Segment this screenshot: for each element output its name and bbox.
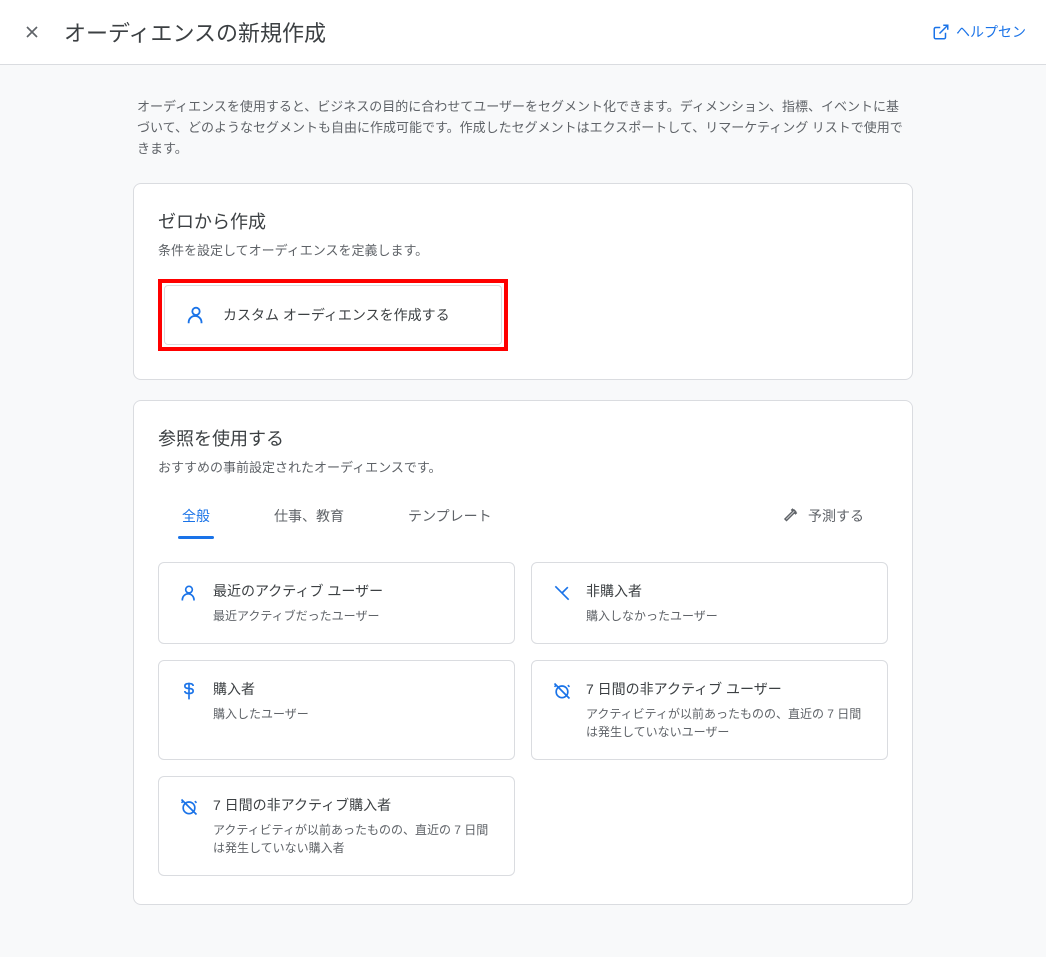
create-custom-audience-label: カスタム オーディエンスを作成する [223,305,450,325]
open-in-new-icon [932,23,950,41]
scratch-title: ゼロから作成 [158,208,888,234]
main-content: オーディエンスを使用すると、ビジネスの目的に合わせてユーザーをセグメント化できま… [133,65,913,957]
template-content: 7 日間の非アクティブ購入者 アクティビティが以前あったものの、直近の 7 日間… [213,795,494,857]
tab-template-label: テンプレート [408,506,492,526]
person-icon [179,581,199,625]
page-title: オーディエンスの新規作成 [64,16,326,48]
template-content: 非購入者 購入しなかったユーザー [586,581,867,625]
tab-predict-label: 予測する [808,506,864,526]
non-purchaser-icon [552,581,572,625]
header: オーディエンスの新規作成 ヘルプセン [0,0,1046,65]
template-title: 7 日間の非アクティブ購入者 [213,795,494,815]
template-desc: アクティビティが以前あったものの、直近の 7 日間は発生していないユーザー [586,705,867,741]
tab-general-label: 全般 [182,506,210,526]
tab-work-education-label: 仕事、教育 [274,506,344,526]
create-custom-audience-button[interactable]: カスタム オーディエンスを作成する [164,285,502,345]
person-icon [185,304,207,326]
template-desc: アクティビティが以前あったものの、直近の 7 日間は発生していない購入者 [213,821,494,857]
help-center-label: ヘルプセン [956,22,1026,42]
tab-template[interactable]: テンプレート [392,496,508,538]
template-desc: 購入しなかったユーザー [586,607,867,625]
magic-wand-icon [782,507,800,525]
template-purchasers[interactable]: 購入者 購入したユーザー [158,660,515,760]
template-recent-active-users[interactable]: 最近のアクティブ ユーザー 最近アクティブだったユーザー [158,562,515,644]
template-title: 最近のアクティブ ユーザー [213,581,494,601]
template-content: 7 日間の非アクティブ ユーザー アクティビティが以前あったものの、直近の 7 … [586,679,867,741]
alarm-off-icon [179,795,199,857]
alarm-off-icon [552,679,572,741]
scratch-card: ゼロから作成 条件を設定してオーディエンスを定義します。 カスタム オーディエン… [133,183,913,380]
scratch-subtitle: 条件を設定してオーディエンスを定義します。 [158,240,888,259]
template-grid: 最近のアクティブ ユーザー 最近アクティブだったユーザー 非購入者 購入しなかっ… [158,562,888,876]
template-desc: 最近アクティブだったユーザー [213,607,494,625]
header-left: オーディエンスの新規作成 [20,16,326,48]
help-center-link[interactable]: ヘルプセン [932,22,1026,42]
page-description: オーディエンスを使用すると、ビジネスの目的に合わせてユーザーをセグメント化できま… [133,97,913,159]
reference-title: 参照を使用する [158,425,888,451]
reference-subtitle: おすすめの事前設定されたオーディエンスです。 [158,457,888,476]
template-content: 最近のアクティブ ユーザー 最近アクティブだったユーザー [213,581,494,625]
tab-predict[interactable]: 予測する [766,496,880,538]
template-7day-inactive-purchasers[interactable]: 7 日間の非アクティブ購入者 アクティビティが以前あったものの、直近の 7 日間… [158,776,515,876]
template-non-purchasers[interactable]: 非購入者 購入しなかったユーザー [531,562,888,644]
template-title: 購入者 [213,679,494,699]
reference-card: 参照を使用する おすすめの事前設定されたオーディエンスです。 全般 仕事、教育 … [133,400,913,905]
close-icon [22,22,42,42]
highlight-annotation: カスタム オーディエンスを作成する [158,279,508,351]
template-content: 購入者 購入したユーザー [213,679,494,741]
template-title: 7 日間の非アクティブ ユーザー [586,679,867,699]
tabs: 全般 仕事、教育 テンプレート 予測する [158,496,888,538]
template-desc: 購入したユーザー [213,705,494,723]
tab-general[interactable]: 全般 [166,496,226,538]
tab-work-education[interactable]: 仕事、教育 [258,496,360,538]
close-button[interactable] [20,20,44,44]
dollar-icon [179,679,199,741]
template-title: 非購入者 [586,581,867,601]
template-7day-inactive-users[interactable]: 7 日間の非アクティブ ユーザー アクティビティが以前あったものの、直近の 7 … [531,660,888,760]
